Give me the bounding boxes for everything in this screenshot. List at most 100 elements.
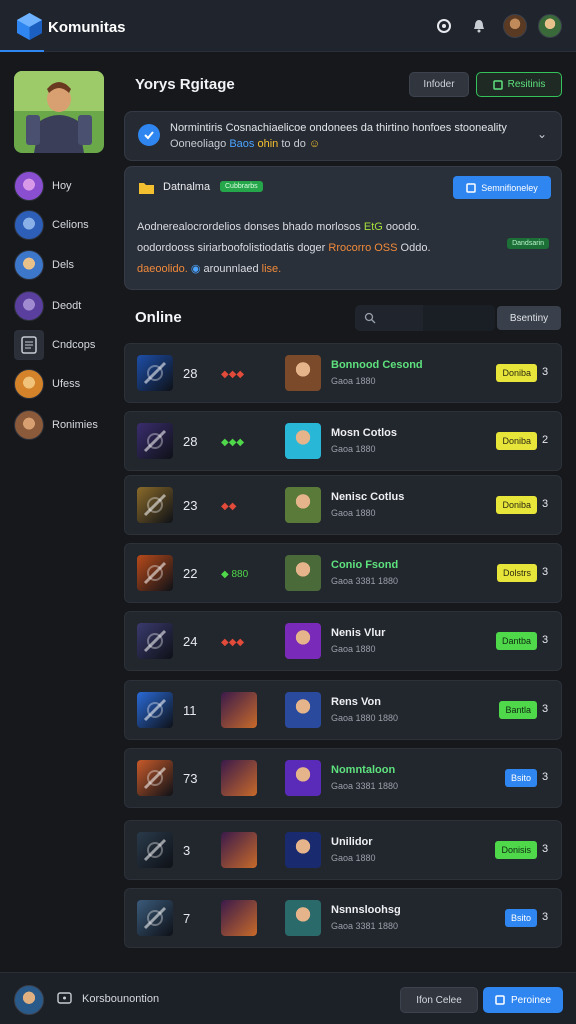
- user-avatar[interactable]: [503, 14, 527, 38]
- message-icon[interactable]: [57, 992, 72, 1006]
- table-row[interactable]: 23 ◆◆ Nenisc Cotlus Gaoa 1880 Doniba 3: [124, 475, 562, 535]
- confirm-button[interactable]: Peroinee: [483, 987, 563, 1013]
- player-avatar[interactable]: [285, 555, 321, 591]
- gem-icon: ◆◆: [221, 500, 237, 512]
- resitinis-button[interactable]: Resitinis: [476, 72, 562, 97]
- player-name[interactable]: Conio Fsond: [331, 559, 398, 571]
- player-subtitle: Gaoa 1880: [331, 508, 376, 518]
- player-name[interactable]: Nomntaloon: [331, 764, 395, 776]
- player-name[interactable]: Nenisc Cotlus: [331, 491, 404, 503]
- panel-action-label: Semnifioneley: [481, 182, 538, 193]
- ronimies-avatar: [14, 410, 44, 440]
- sidebar-item-dels[interactable]: Dels: [14, 249, 118, 281]
- status-badge[interactable]: Bantla: [499, 701, 537, 719]
- emoji-icon: ☺: [308, 138, 321, 150]
- brand-name[interactable]: Komunitas: [48, 19, 126, 36]
- table-row[interactable]: 28 ◆◆◆ Mosn Cotlos Gaoa 1880 Doniba 2: [124, 411, 562, 471]
- player-name[interactable]: Rens Von: [331, 696, 381, 708]
- player-avatar[interactable]: [285, 423, 321, 459]
- table-row[interactable]: 3 Unilidor Gaoa 1880 Donisis 3: [124, 820, 562, 880]
- table-row[interactable]: 24 ◆◆◆ Nenis Vlur Gaoa 1880 Dantba 3: [124, 611, 562, 671]
- sidebar-item-hoy[interactable]: Hoy: [14, 170, 118, 202]
- gem-icon: ◆◆◆: [221, 368, 245, 380]
- row-level: 23: [183, 498, 198, 513]
- chevron-down-icon[interactable]: ⌄: [537, 127, 547, 141]
- game-thumbnail: [137, 623, 173, 659]
- row-count: 2: [542, 434, 549, 446]
- game-thumbnail: [137, 760, 173, 796]
- notice-suffix: to do: [281, 138, 306, 150]
- panel-highlight: Rrocorro OSS: [328, 242, 398, 254]
- resitinis-label: Resitinis: [507, 79, 546, 90]
- sidebar-item-label: Dels: [52, 259, 75, 271]
- row-count: 3: [542, 366, 549, 378]
- table-row[interactable]: 11 Rens Von Gaoa 1880 1880 Bantla 3: [124, 680, 562, 740]
- table-row[interactable]: 22 ◆ 880 Conio Fsond Gaoa 3381 1880 Dolstrs 3: [124, 543, 562, 603]
- status-badge[interactable]: Doniba: [496, 432, 537, 450]
- infoder-button[interactable]: Infoder: [409, 72, 469, 97]
- player-avatar[interactable]: [285, 355, 321, 391]
- row-count: 3: [542, 634, 549, 646]
- item-thumbnail: [221, 900, 257, 936]
- status-badge[interactable]: Bsito: [504, 909, 537, 927]
- panel-line-end: lise.: [261, 263, 282, 275]
- status-badge[interactable]: Doniba: [496, 496, 537, 514]
- sidebar-item-label: Hoy: [52, 180, 72, 192]
- celions-avatar: [14, 210, 44, 240]
- game-thumbnail: [137, 692, 173, 728]
- status-badge[interactable]: Bsito: [504, 769, 537, 787]
- sidebar-item-ronimies[interactable]: Ronimies: [14, 409, 118, 441]
- row-level: 11: [183, 703, 197, 718]
- sidebar-item-cndcops[interactable]: Cndcops: [14, 329, 118, 361]
- item-thumbnail: [221, 692, 257, 728]
- row-count: 3: [542, 703, 549, 715]
- panel-action-button[interactable]: Semnifioneley: [453, 176, 551, 199]
- player-avatar[interactable]: [285, 760, 321, 796]
- game-thumbnail: [137, 423, 173, 459]
- player-name[interactable]: Unilidor: [331, 836, 373, 848]
- panel-line: Aodnerealocrordelios donses bhado morlos…: [137, 221, 361, 233]
- notice-card[interactable]: Normintiris Cosnachiaelicoe ondonees da …: [124, 111, 562, 161]
- online-title: Online: [135, 309, 182, 326]
- player-subtitle: Gaoa 1880: [331, 644, 376, 654]
- status-badge[interactable]: Dolstrs: [496, 564, 537, 582]
- player-avatar[interactable]: [285, 900, 321, 936]
- player-name[interactable]: Nenis Vlur: [331, 627, 385, 639]
- notice-text: Normintiris Cosnachiaelicoe ondonees da …: [170, 122, 507, 134]
- sidebar-item-deodt[interactable]: Deodt: [14, 290, 118, 322]
- panel-title: Datnalma: [163, 181, 211, 193]
- game-thumbnail: [137, 900, 173, 936]
- filter-button[interactable]: Bsentiny: [497, 306, 561, 330]
- sidebar-item-label: Cndcops: [52, 339, 96, 351]
- player-name[interactable]: Nsnnsloohsg: [331, 904, 401, 916]
- player-avatar[interactable]: [285, 487, 321, 523]
- sidebar-item-label: Ufess: [52, 378, 81, 390]
- sidebar-item-label: Ronimies: [52, 419, 98, 431]
- player-name[interactable]: Bonnood Cesond: [331, 359, 423, 371]
- profile-image[interactable]: [14, 71, 104, 153]
- profile-avatar[interactable]: [538, 14, 562, 38]
- table-row[interactable]: 73 Nomntaloon Gaoa 3381 1880 Bsito 3: [124, 748, 562, 808]
- player-avatar[interactable]: [285, 832, 321, 868]
- player-avatar[interactable]: [285, 692, 321, 728]
- table-row[interactable]: 28 ◆◆◆ Bonnood Cesond Gaoa 1880 Doniba 3: [124, 343, 562, 403]
- search-input[interactable]: [355, 305, 495, 331]
- player-avatar[interactable]: [285, 623, 321, 659]
- user-avatar[interactable]: [14, 985, 44, 1015]
- player-name[interactable]: Mosn Cotlos: [331, 427, 397, 439]
- square-check-icon: [492, 79, 503, 90]
- bell-icon[interactable]: [468, 15, 490, 37]
- status-badge[interactable]: Dantba: [495, 632, 537, 650]
- search-segment: [423, 305, 495, 331]
- table-row[interactable]: 7 Nsnnsloohsg Gaoa 3381 1880 Bsito 3: [124, 888, 562, 948]
- settings-icon[interactable]: [433, 15, 455, 37]
- player-subtitle: Gaoa 3381 1880: [331, 921, 399, 931]
- panel-highlight: EtG: [363, 221, 383, 233]
- sidebar-item-ufess[interactable]: Ufess: [14, 368, 118, 400]
- game-thumbnail: [137, 487, 173, 523]
- row-level: 24: [183, 634, 198, 649]
- status-badge[interactable]: Donisis: [495, 841, 537, 859]
- cancel-button[interactable]: Ifon Celee: [400, 987, 478, 1013]
- status-badge[interactable]: Doniba: [496, 364, 537, 382]
- sidebar-item-celions[interactable]: Celions: [14, 209, 118, 241]
